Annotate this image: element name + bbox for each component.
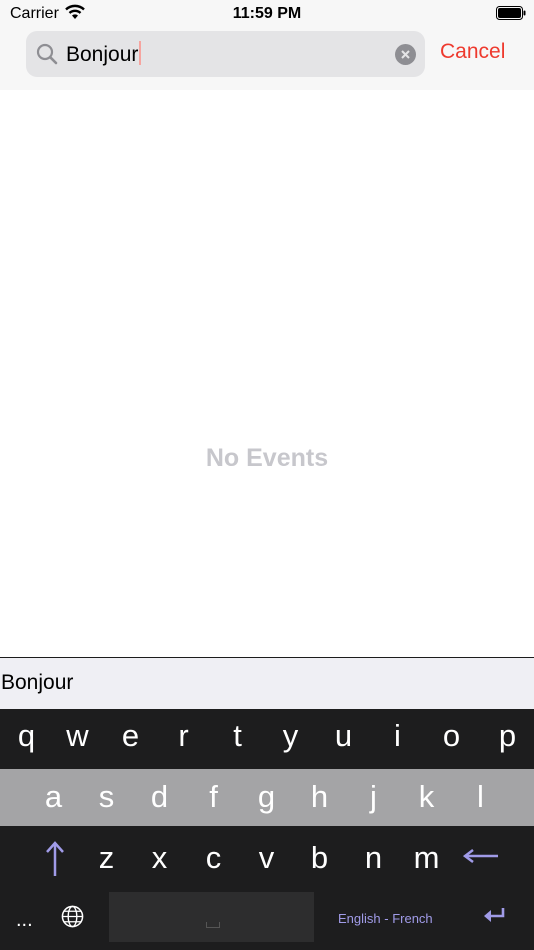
key[interactable]: v — [240, 840, 293, 876]
key[interactable]: o — [425, 718, 478, 754]
space-bar[interactable] — [109, 892, 314, 942]
key[interactable]: c — [187, 840, 240, 876]
key[interactable]: e — [104, 718, 157, 754]
key[interactable]: l — [454, 779, 507, 815]
key[interactable]: x — [133, 840, 186, 876]
key[interactable]: i — [371, 718, 424, 754]
keyboard-row-1: q w e r t y u i o p — [0, 709, 534, 769]
search-icon — [36, 43, 58, 65]
suggestion-bar: Bonjour — [0, 657, 534, 710]
key[interactable]: t — [211, 718, 264, 754]
search-field[interactable]: Bonjour — [26, 31, 425, 77]
key[interactable]: u — [317, 718, 370, 754]
keyboard-row-2: a s d f g h j k l — [0, 769, 534, 826]
status-bar: Carrier 11:59 PM — [0, 0, 534, 28]
clear-icon[interactable] — [395, 44, 416, 65]
text-caret — [139, 41, 142, 65]
key[interactable]: w — [51, 718, 104, 754]
key[interactable]: s — [80, 779, 133, 815]
key[interactable]: y — [264, 718, 317, 754]
key[interactable]: n — [347, 840, 400, 876]
key[interactable]: q — [0, 718, 53, 754]
suggestion-item[interactable]: Bonjour — [1, 671, 73, 695]
key[interactable]: d — [133, 779, 186, 815]
cancel-button[interactable]: Cancel — [440, 40, 505, 64]
search-header: Bonjour Cancel — [0, 28, 534, 90]
key[interactable]: p — [481, 718, 534, 754]
key[interactable]: b — [293, 840, 346, 876]
keyboard: q w e r t y u i o p a s d f g h j k l z … — [0, 709, 534, 950]
globe-icon[interactable] — [61, 905, 84, 928]
backspace-icon[interactable] — [463, 849, 499, 863]
key[interactable]: h — [293, 779, 346, 815]
shift-icon[interactable] — [42, 840, 68, 878]
space-icon — [206, 922, 220, 928]
language-label[interactable]: English - French — [338, 911, 433, 926]
key[interactable]: r — [157, 718, 210, 754]
key[interactable]: k — [400, 779, 453, 815]
return-icon[interactable] — [483, 907, 505, 923]
key[interactable]: a — [27, 779, 80, 815]
battery-icon — [496, 6, 526, 20]
key[interactable]: j — [347, 779, 400, 815]
keyboard-row-4: ... English - French — [0, 889, 534, 950]
key[interactable]: m — [400, 840, 453, 876]
keyboard-row-3: z x c v b n m — [0, 826, 534, 889]
key[interactable]: g — [240, 779, 293, 815]
key[interactable]: f — [187, 779, 240, 815]
status-time: 11:59 PM — [232, 5, 302, 22]
more-keys-button[interactable]: ... — [16, 909, 33, 932]
key[interactable]: z — [80, 840, 133, 876]
search-input[interactable]: Bonjour — [66, 41, 142, 67]
empty-state-message: No Events — [205, 444, 329, 472]
